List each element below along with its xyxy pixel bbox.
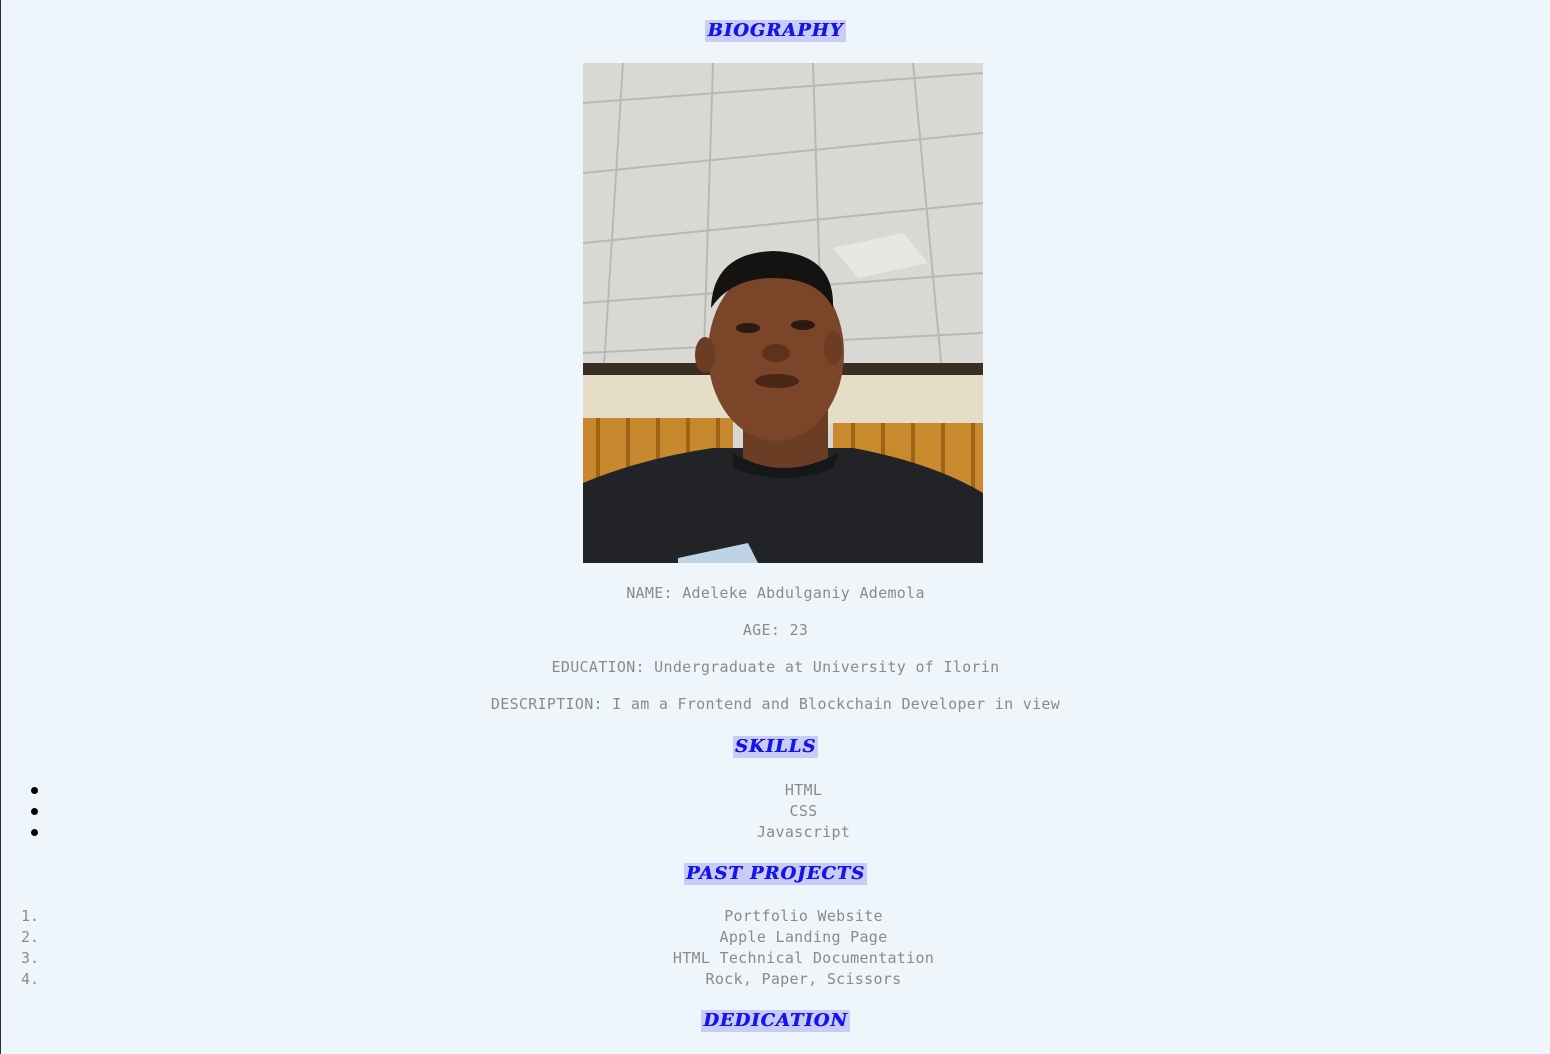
past-projects-heading-row: PAST PROJECTS bbox=[1, 863, 1550, 885]
list-item: Javascript bbox=[1, 822, 1550, 843]
project-item-label: Portfolio Website bbox=[724, 907, 883, 925]
info-age: AGE: 23 bbox=[742, 621, 809, 639]
list-number: 4. bbox=[21, 970, 40, 988]
skill-item-label: CSS bbox=[789, 802, 818, 820]
past-projects-heading: PAST PROJECTS bbox=[684, 863, 867, 885]
list-item: CSS bbox=[1, 801, 1550, 822]
project-item-label: HTML Technical Documentation bbox=[672, 949, 935, 967]
info-name: NAME: Adeleke Abdulganiy Ademola bbox=[626, 584, 925, 602]
dedication-heading: DEDICATION bbox=[701, 1010, 850, 1032]
bullet-icon bbox=[31, 829, 38, 836]
list-item: HTML bbox=[1, 780, 1550, 801]
skill-item-label: HTML bbox=[784, 781, 823, 799]
list-number: 1. bbox=[21, 907, 40, 925]
profile-photo bbox=[583, 63, 983, 563]
bullet-icon bbox=[31, 808, 38, 815]
list-number: 2. bbox=[21, 928, 40, 946]
info-education: EDUCATION: Undergraduate at University o… bbox=[551, 658, 1000, 676]
list-number: 3. bbox=[21, 949, 40, 967]
list-item: 1. Portfolio Website bbox=[1, 906, 1550, 927]
skills-heading-row: SKILLS bbox=[1, 736, 1550, 758]
skill-item-label: Javascript bbox=[756, 823, 851, 841]
bullet-icon bbox=[31, 787, 38, 794]
dedication-heading-row: DEDICATION bbox=[1, 1010, 1550, 1032]
biography-heading: BIOGRAPHY bbox=[705, 20, 846, 42]
biography-heading-row: BIOGRAPHY bbox=[1, 20, 1550, 42]
info-description: DESCRIPTION: I am a Frontend and Blockch… bbox=[490, 695, 1061, 713]
list-item: 2. Apple Landing Page bbox=[1, 927, 1550, 948]
project-item-label: Rock, Paper, Scissors bbox=[705, 970, 902, 988]
project-item-label: Apple Landing Page bbox=[719, 928, 888, 946]
list-item: 3. HTML Technical Documentation bbox=[1, 948, 1550, 969]
skills-heading: SKILLS bbox=[732, 736, 819, 758]
list-item: 4. Rock, Paper, Scissors bbox=[1, 969, 1550, 990]
profile-photo-image bbox=[583, 63, 983, 563]
